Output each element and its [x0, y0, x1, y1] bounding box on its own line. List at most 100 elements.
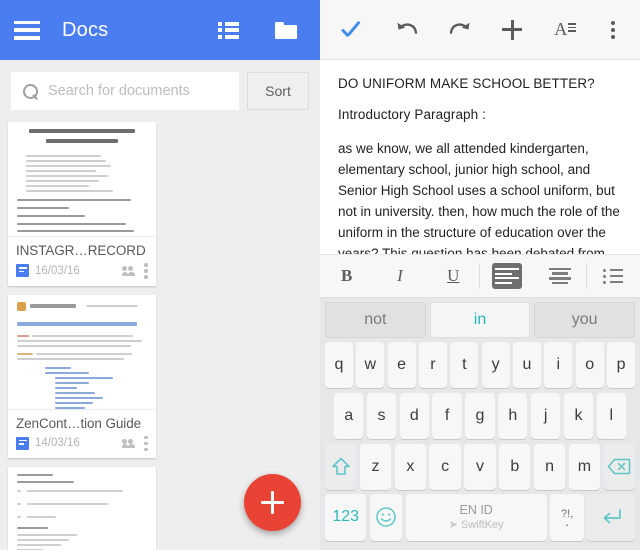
keyboard-row-1: q w e r t y u i o p: [323, 342, 637, 389]
align-left-button[interactable]: [480, 254, 533, 298]
underline-button[interactable]: U: [427, 254, 480, 298]
smiley-face-icon: [376, 507, 396, 528]
key-f[interactable]: f: [432, 392, 462, 439]
key-k[interactable]: k: [563, 392, 594, 439]
redo-icon: [449, 22, 470, 34]
document-title: INSTAGR…RECORD: [16, 243, 146, 258]
app-bar: Docs: [0, 0, 320, 60]
shared-people-icon: [121, 266, 136, 276]
formatting-toolbar: B I U: [320, 254, 640, 298]
key-x[interactable]: x: [394, 443, 426, 490]
key-c[interactable]: c: [429, 443, 461, 490]
done-check-button[interactable]: [330, 10, 376, 50]
key-r[interactable]: r: [419, 342, 447, 389]
key-v[interactable]: v: [464, 443, 496, 490]
more-vertical-icon: [610, 20, 615, 39]
italic-button[interactable]: I: [373, 254, 426, 298]
undo-icon: [397, 22, 417, 34]
align-center-button[interactable]: [533, 254, 587, 298]
key-m[interactable]: m: [568, 443, 601, 490]
keyboard-row-3: z x c v b n m: [323, 443, 637, 490]
key-z[interactable]: z: [359, 443, 392, 490]
bulleted-list-button[interactable]: [587, 254, 640, 298]
backspace-key[interactable]: [603, 443, 635, 490]
space-key[interactable]: EN ID ➤ SwiftKey: [405, 494, 547, 541]
key-b[interactable]: b: [499, 443, 531, 490]
document-thumbnail: [8, 294, 156, 410]
key-p[interactable]: p: [607, 342, 635, 389]
card-footer: INSTAGR…RECORD 16/03/16: [8, 237, 156, 286]
align-center-icon: [548, 267, 571, 285]
key-d[interactable]: d: [399, 392, 429, 439]
emoji-key[interactable]: [369, 494, 403, 541]
key-w[interactable]: w: [356, 342, 385, 389]
key-s[interactable]: s: [366, 392, 397, 439]
key-o[interactable]: o: [575, 342, 604, 389]
key-n[interactable]: n: [533, 443, 566, 490]
card-overflow-menu-icon[interactable]: [144, 435, 148, 451]
document-card[interactable]: INSTAGR…RECORD 16/03/16: [8, 122, 156, 286]
text-format-button[interactable]: A: [543, 10, 587, 50]
list-view-icon[interactable]: [208, 10, 248, 50]
search-icon: [23, 83, 38, 99]
swiftkey-brand: ➤ SwiftKey: [449, 518, 504, 532]
document-title: ZenCont…tion Guide: [16, 415, 142, 431]
search-input[interactable]: [48, 83, 227, 99]
key-y[interactable]: y: [481, 342, 510, 389]
key-a[interactable]: a: [334, 392, 364, 439]
search-box[interactable]: [11, 72, 239, 110]
insert-button[interactable]: [490, 10, 534, 50]
app-screen: Docs Sort: [0, 0, 640, 550]
bold-label: B: [340, 266, 353, 285]
enter-key[interactable]: [587, 494, 635, 541]
folder-icon[interactable]: [266, 10, 306, 50]
key-g[interactable]: g: [465, 392, 495, 439]
document-subheading: Introductory Paragraph :: [338, 107, 486, 122]
plus-icon: [502, 19, 523, 40]
document-heading: DO UNIFORM MAKE SCHOOL BETTER?: [338, 76, 595, 91]
punctuation-bottom-label: ·: [564, 515, 570, 532]
google-docs-icon: [16, 436, 29, 450]
text-format-icon: A: [554, 19, 577, 40]
card-overflow-menu-icon[interactable]: [144, 263, 148, 279]
document-card[interactable]: ZenCont…tion Guide 14/03/16: [8, 294, 156, 458]
hamburger-menu-icon[interactable]: [14, 20, 40, 40]
suggestion-in[interactable]: in: [429, 302, 531, 338]
italic-label: I: [397, 266, 403, 285]
key-h[interactable]: h: [498, 392, 528, 439]
document-content[interactable]: DO UNIFORM MAKE SCHOOL BETTER? Introduct…: [320, 60, 640, 254]
google-docs-icon: [16, 264, 29, 278]
redo-button[interactable]: [438, 10, 482, 50]
search-row: Sort: [0, 60, 320, 122]
document-card[interactable]: WebReq.docx opened 12/01/16: [8, 467, 156, 550]
bulleted-list-icon: [603, 268, 624, 284]
document-paragraph: as we know, we all attended kindergarten…: [338, 141, 620, 254]
docs-list-pane: Docs Sort: [0, 0, 320, 550]
editor-toolbar: A: [320, 0, 640, 60]
suggestion-not[interactable]: not: [325, 302, 426, 338]
key-i[interactable]: i: [544, 342, 573, 389]
key-j[interactable]: j: [530, 392, 561, 439]
document-thumbnail: [8, 467, 156, 550]
key-q[interactable]: q: [325, 342, 353, 389]
punctuation-key[interactable]: ?!, ·: [550, 494, 584, 541]
numbers-key[interactable]: 123: [325, 494, 367, 541]
key-e[interactable]: e: [387, 342, 416, 389]
align-left-icon: [491, 263, 522, 289]
check-icon: [341, 21, 365, 38]
key-t[interactable]: t: [450, 342, 479, 389]
key-u[interactable]: u: [513, 342, 541, 389]
create-new-document-fab[interactable]: [244, 474, 301, 531]
bold-button[interactable]: B: [320, 254, 373, 298]
shift-key[interactable]: [325, 443, 357, 490]
more-options-button[interactable]: [596, 10, 630, 50]
key-l[interactable]: l: [596, 392, 626, 439]
suggestion-strip: not in you: [323, 302, 637, 342]
suggestion-you[interactable]: you: [534, 302, 636, 338]
keyboard-row-2: a s d f g h j k l: [323, 392, 637, 439]
swiftkey-brand-label: SwiftKey: [460, 518, 504, 531]
shift-arrow-icon: [331, 457, 350, 475]
sort-button[interactable]: Sort: [247, 72, 309, 110]
document-thumbnail: [8, 122, 156, 237]
undo-button[interactable]: [385, 10, 429, 50]
